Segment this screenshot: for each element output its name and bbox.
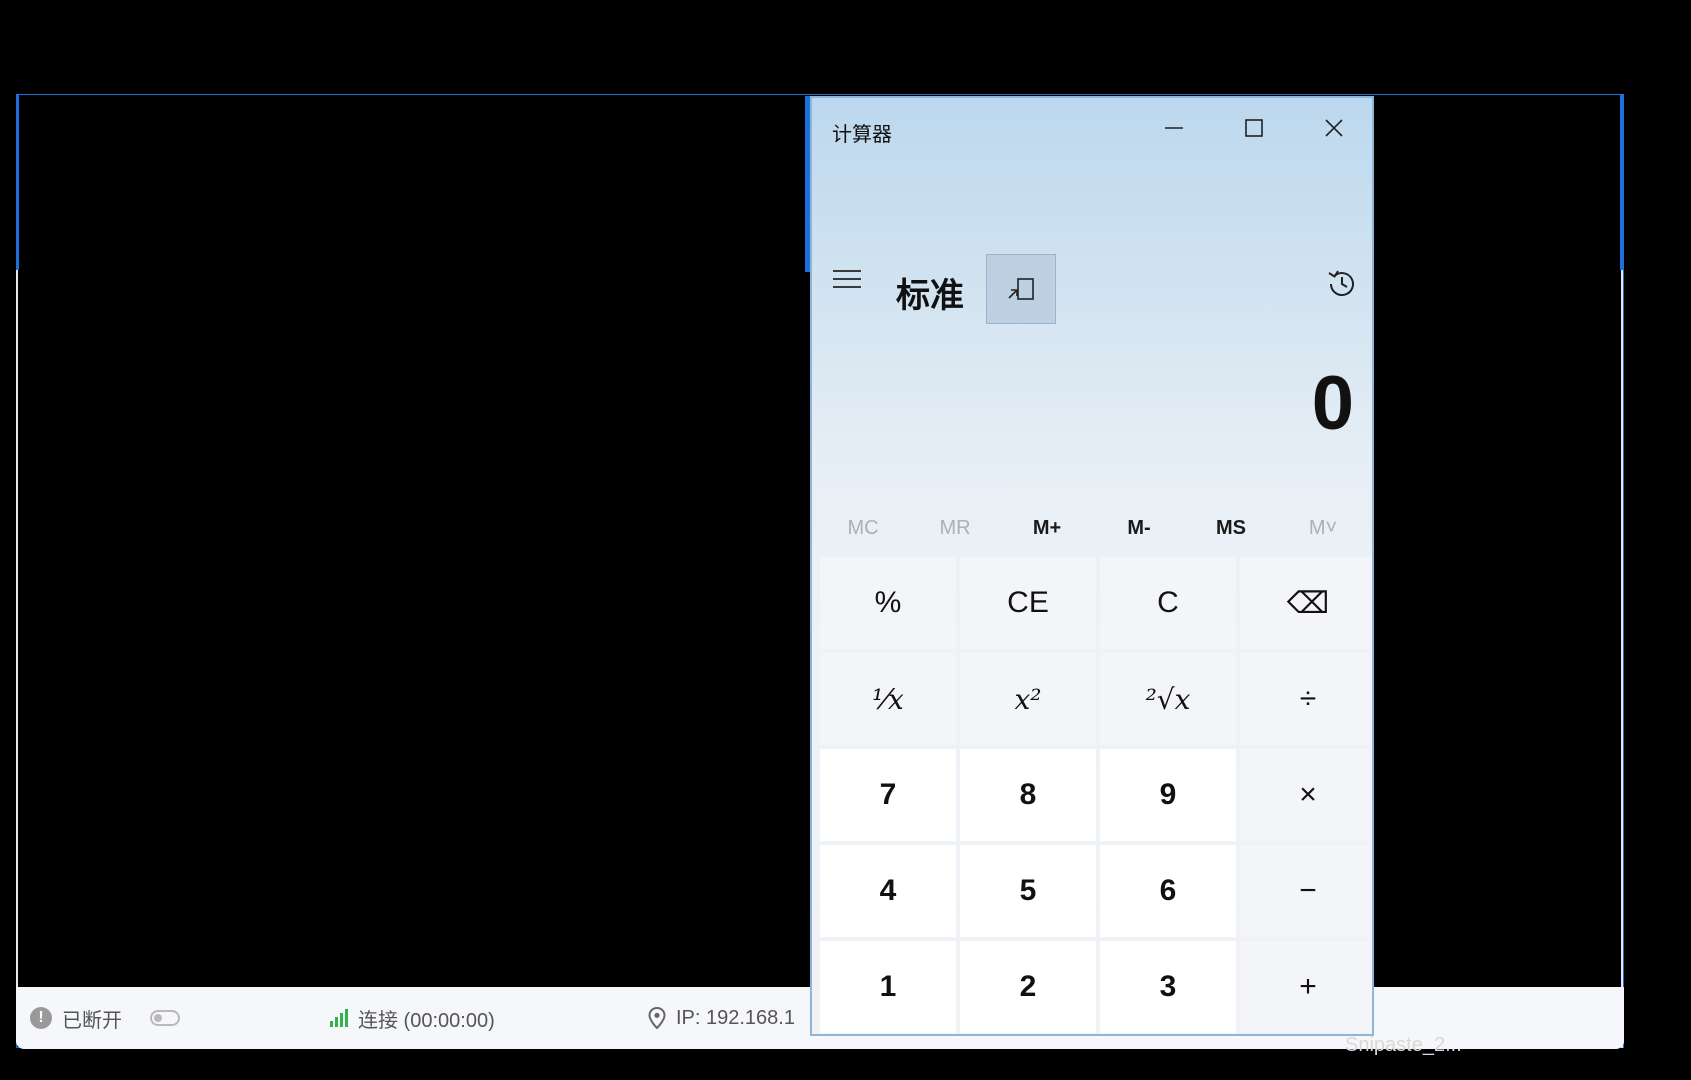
hamburger-menu-icon	[833, 270, 861, 288]
digit-1-button[interactable]: 1	[820, 941, 956, 1033]
percent-button[interactable]: %	[820, 557, 956, 649]
result-display: 0	[1311, 361, 1354, 446]
subtract-button[interactable]: −	[1240, 845, 1372, 937]
warning-icon: !	[30, 1007, 52, 1029]
close-icon	[1325, 119, 1343, 137]
clear-entry-button[interactable]: CE	[960, 557, 1096, 649]
ip-address: IP: 192.168.1	[648, 1007, 795, 1030]
connection-status: ! 已断开	[30, 1004, 180, 1033]
digit-2-button[interactable]: 2	[960, 941, 1096, 1033]
calculator-window: 计算器 标准 0 MC MR M+ M- MS M˅ % CE C ⌫ ¹⁄x …	[810, 96, 1374, 1036]
history-button[interactable]	[1320, 262, 1364, 306]
memory-list-button[interactable]: M˅	[1288, 508, 1358, 548]
square-button[interactable]: x²	[960, 653, 1096, 745]
maximize-icon	[1245, 119, 1263, 137]
title-bar[interactable]: 计算器	[812, 98, 1372, 156]
multiply-button[interactable]: ×	[1240, 749, 1372, 841]
keep-on-top-icon	[1008, 278, 1034, 300]
add-button[interactable]: +	[1240, 941, 1372, 1033]
history-icon	[1328, 270, 1354, 297]
signal-strength-icon	[330, 1009, 348, 1027]
ip-text: IP: 192.168.1	[676, 1006, 795, 1029]
keep-on-top-button[interactable]	[986, 254, 1056, 324]
digit-5-button[interactable]: 5	[960, 845, 1096, 937]
memory-row: MC MR M+ M- MS M˅	[812, 508, 1372, 548]
digit-4-button[interactable]: 4	[820, 845, 956, 937]
connection-timer: 连接 (00:00:00)	[330, 1004, 495, 1033]
window-border	[16, 270, 18, 988]
calculator-mode-title: 标准	[896, 277, 964, 315]
window-title: 计算器	[832, 124, 892, 146]
backspace-button[interactable]: ⌫	[1240, 557, 1372, 649]
divide-button[interactable]: ÷	[1240, 653, 1372, 745]
memory-subtract-button[interactable]: M-	[1104, 508, 1174, 548]
background-file-label: Snipaste_2...	[1345, 1034, 1462, 1056]
clear-button[interactable]: C	[1100, 557, 1236, 649]
memory-recall-button[interactable]: MR	[920, 508, 990, 548]
close-button[interactable]	[1302, 108, 1366, 148]
navigation-menu-button[interactable]	[830, 266, 864, 292]
reciprocal-button[interactable]: ¹⁄x	[820, 653, 956, 745]
connection-duration-text: 连接 (00:00:00)	[358, 1009, 495, 1032]
maximize-button[interactable]	[1222, 108, 1286, 148]
connection-state-text: 已断开	[62, 1009, 122, 1032]
memory-add-button[interactable]: M+	[1012, 508, 1082, 548]
window-border-accent	[16, 94, 19, 270]
square-root-button[interactable]: ²√x	[1100, 653, 1236, 745]
keypad: % CE C ⌫ ¹⁄x x² ²√x ÷ 7 8 9 × 4 5 6 − 1 …	[820, 557, 1372, 1034]
digit-3-button[interactable]: 3	[1100, 941, 1236, 1033]
minimize-button[interactable]	[1142, 108, 1206, 148]
location-pin-icon	[648, 1007, 666, 1029]
minimize-icon	[1165, 127, 1183, 129]
memory-store-button[interactable]: MS	[1196, 508, 1266, 548]
digit-6-button[interactable]: 6	[1100, 845, 1236, 937]
digit-8-button[interactable]: 8	[960, 749, 1096, 841]
window-border-accent	[1620, 94, 1624, 270]
window-border	[1621, 270, 1623, 1048]
digit-7-button[interactable]: 7	[820, 749, 956, 841]
connection-toggle[interactable]	[150, 1010, 180, 1026]
memory-clear-button[interactable]: MC	[828, 508, 898, 548]
digit-9-button[interactable]: 9	[1100, 749, 1236, 841]
